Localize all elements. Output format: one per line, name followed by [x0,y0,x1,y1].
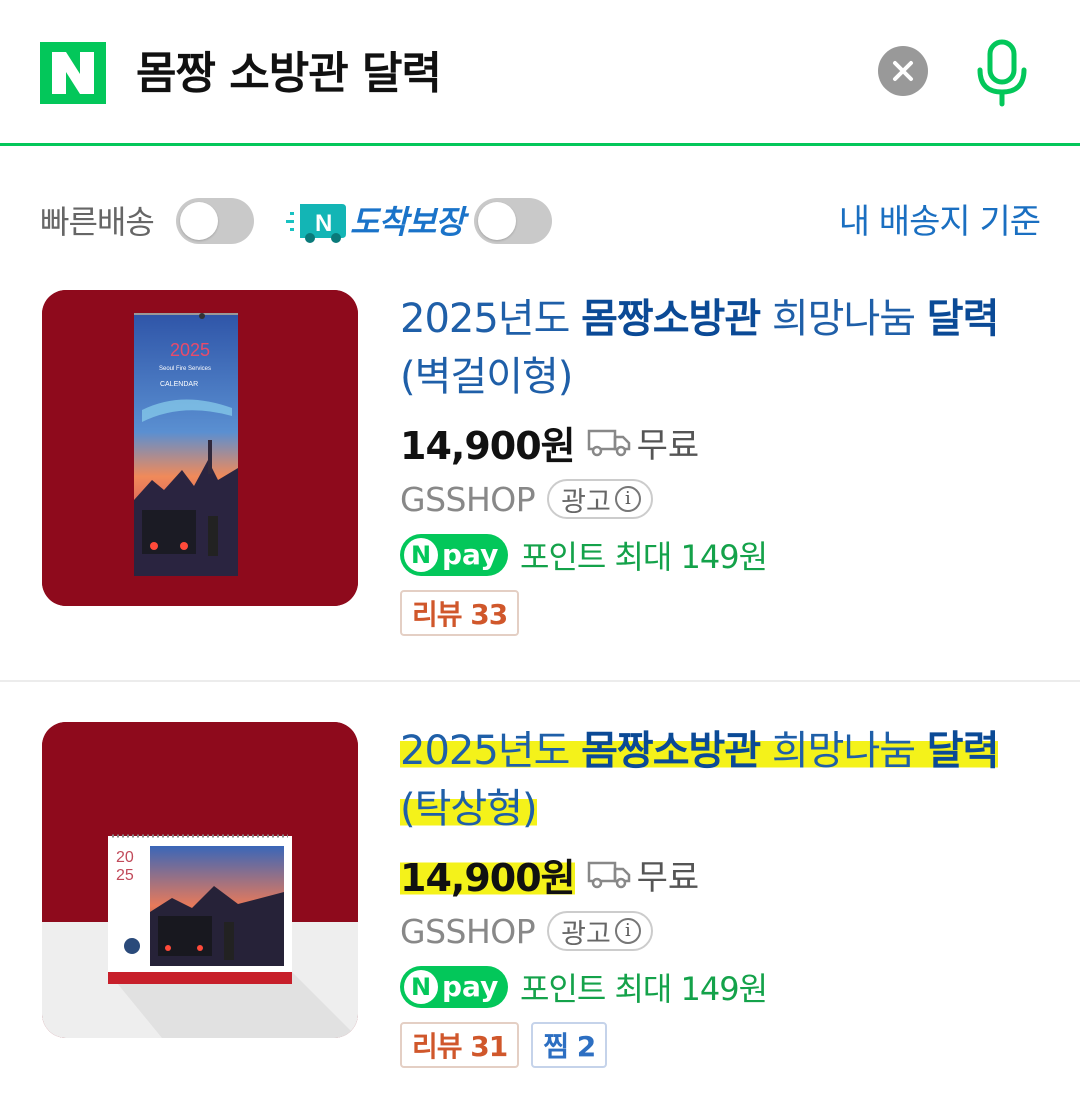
npay-badge: N pay [400,966,508,1008]
product-card[interactable]: 20 25 2025년도 몸짱소방관 희망나눔 달력 (탁상형) 14,900원… [0,722,1080,1114]
npay-row: N pay 포인트 최대 149원 [400,962,768,1012]
points-info: 포인트 최대 149원 [520,538,768,576]
review-count-badge[interactable]: 리뷰 33 [400,590,520,636]
truck-icon [587,861,630,889]
title-keyword: 달력 [926,728,1000,774]
thumb-calendar-text: CALENDAR [160,381,198,388]
thumb-year-text: 20 [116,849,134,866]
clear-icon [893,61,913,81]
price: 14,900원 [400,423,576,468]
seller-name[interactable]: GSSHOP [400,912,536,951]
npay-label: pay [442,538,499,571]
product-title[interactable]: 2025년도 몸짱소방관 희망나눔 달력 (탁상형) [400,722,1040,838]
fast-delivery-label: 빠른배송 [40,203,155,241]
title-keyword: 몸짱소방관 [581,296,761,342]
highlighted-title-line: 2025년도 몸짱소방관 희망나눔 달력 [400,728,1000,774]
product-thumbnail[interactable]: 2025 Seoul Fire Services CALENDAR [42,290,358,606]
ad-badge[interactable]: 광고 i [547,479,653,519]
svg-text:N: N [315,210,332,237]
delivery-address-link[interactable]: 내 배송지 기준 [839,200,1041,244]
filter-bar: 빠른배송 N 도착보장 내 배송지 기준 [0,190,1080,254]
ad-badge[interactable]: 광고 i [547,911,653,951]
seller-row: GSSHOP 광고 i [400,908,653,954]
title-text: 희망나눔 [760,296,927,342]
title-type: (벽걸이형) [400,354,573,400]
review-count-badge[interactable]: 리뷰 31 [400,1022,520,1068]
npay-n-icon: N [404,538,438,572]
product-title[interactable]: 2025년도 몸짱소방관 희망나눔 달력 (벽걸이형) [400,290,1040,406]
microphone-icon[interactable] [966,36,1038,108]
seller-row: GSSHOP 광고 i [400,476,653,522]
arrival-guarantee-icon: N [286,204,346,243]
npay-n-icon: N [404,970,438,1004]
seller-name[interactable]: GSSHOP [400,480,536,519]
price-row: 14,900원 무료 [400,414,699,470]
info-icon: i [614,918,641,944]
info-icon: i [614,486,641,512]
wishlist-count-badge[interactable]: 찜 2 [531,1022,608,1068]
thumb-year-text: 2025 [170,340,210,360]
arrival-guarantee-label: 도착보장 [350,203,465,241]
price-row: 14,900원 무료 [400,846,699,902]
thumb-subtitle-text: Seoul Fire Services [159,366,211,372]
title-text: 2025년도 [400,296,582,342]
shipping-fee: 무료 [636,425,700,466]
product-thumbnail[interactable]: 20 25 [42,722,358,1038]
title-text: 희망나눔 [760,728,927,774]
naver-logo-icon[interactable] [40,42,106,104]
price: 14,900원 [400,846,576,902]
badge-row: 리뷰 33 [400,590,531,636]
title-keyword: 달력 [926,296,1000,342]
ad-label: 광고 [561,918,611,950]
fast-delivery-toggle[interactable] [176,198,254,244]
title-text: 2025년도 [400,728,582,774]
clear-search-button[interactable] [878,46,928,96]
npay-badge: N pay [400,534,508,576]
arrival-guarantee-toggle[interactable] [474,198,552,244]
title-type: (탁상형) [400,786,538,832]
npay-row: N pay 포인트 최대 149원 [400,530,768,580]
title-keyword: 몸짱소방관 [581,728,761,774]
ad-label: 광고 [561,486,611,518]
badge-row: 리뷰 31 찜 2 [400,1022,619,1068]
npay-label: pay [442,970,499,1003]
desk-calendar-image: 20 25 [42,722,358,1038]
thumb-year-text: 25 [116,867,134,884]
search-header: 몸짱 소방관 달력 [0,0,1080,146]
truck-icon [587,429,630,457]
points-info: 포인트 최대 149원 [520,970,768,1008]
wall-calendar-image: 2025 Seoul Fire Services CALENDAR [42,290,358,606]
shipping-fee: 무료 [636,857,700,898]
product-card[interactable]: 2025 Seoul Fire Services CALENDAR 2025년도… [0,290,1080,682]
search-query-input[interactable]: 몸짱 소방관 달력 [136,44,442,104]
